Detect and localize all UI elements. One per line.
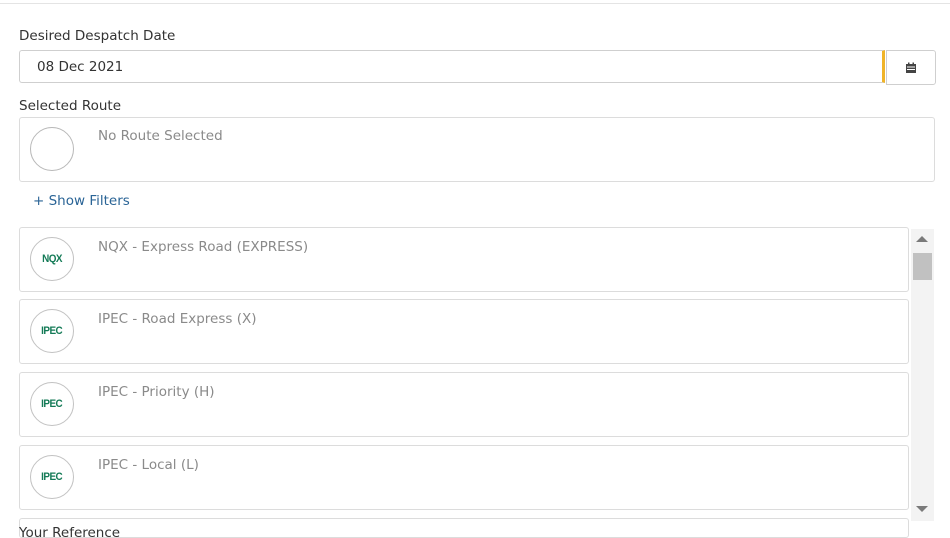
scroll-thumb[interactable] bbox=[913, 253, 932, 280]
route-name: IPEC - Priority (H) bbox=[98, 384, 215, 400]
route-option-partial[interactable] bbox=[19, 518, 909, 538]
carrier-logo-text: IPEC bbox=[41, 471, 63, 483]
empty-route-logo bbox=[30, 127, 74, 171]
scroll-up-arrow-icon[interactable] bbox=[916, 236, 928, 242]
route-list-scrollbar[interactable] bbox=[911, 229, 934, 521]
carrier-logo-text: NQX bbox=[42, 253, 62, 265]
route-name: IPEC - Local (L) bbox=[98, 457, 199, 473]
route-option[interactable]: IPEC IPEC - Local (L) bbox=[19, 445, 909, 510]
route-option[interactable]: IPEC IPEC - Priority (H) bbox=[19, 372, 909, 437]
calendar-icon bbox=[906, 62, 916, 73]
route-option[interactable]: IPEC IPEC - Road Express (X) bbox=[19, 299, 909, 364]
selected-route-card: No Route Selected bbox=[19, 117, 935, 182]
route-option[interactable]: NQX NQX - Express Road (EXPRESS) bbox=[19, 227, 909, 292]
selected-route-text: No Route Selected bbox=[98, 128, 223, 144]
despatch-date-input[interactable] bbox=[19, 50, 885, 83]
route-name: IPEC - Road Express (X) bbox=[98, 311, 257, 327]
top-divider bbox=[0, 3, 950, 4]
carrier-logo: NQX bbox=[30, 237, 74, 281]
carrier-logo: IPEC bbox=[30, 382, 74, 426]
calendar-button[interactable] bbox=[886, 50, 936, 85]
carrier-logo: IPEC bbox=[30, 309, 74, 353]
carrier-logo-text: IPEC bbox=[41, 398, 63, 410]
selected-route-label: Selected Route bbox=[19, 98, 122, 114]
carrier-logo: IPEC bbox=[30, 455, 74, 499]
your-reference-label: Your Reference bbox=[19, 525, 121, 538]
carrier-logo-text: IPEC bbox=[41, 325, 63, 337]
show-filters-link[interactable]: + Show Filters bbox=[33, 193, 130, 209]
scroll-down-arrow-icon[interactable] bbox=[916, 506, 928, 512]
route-name: NQX - Express Road (EXPRESS) bbox=[98, 239, 309, 255]
route-selection-form: Desired Despatch Date Selected Route No … bbox=[0, 0, 950, 538]
despatch-date-label: Desired Despatch Date bbox=[19, 28, 176, 44]
